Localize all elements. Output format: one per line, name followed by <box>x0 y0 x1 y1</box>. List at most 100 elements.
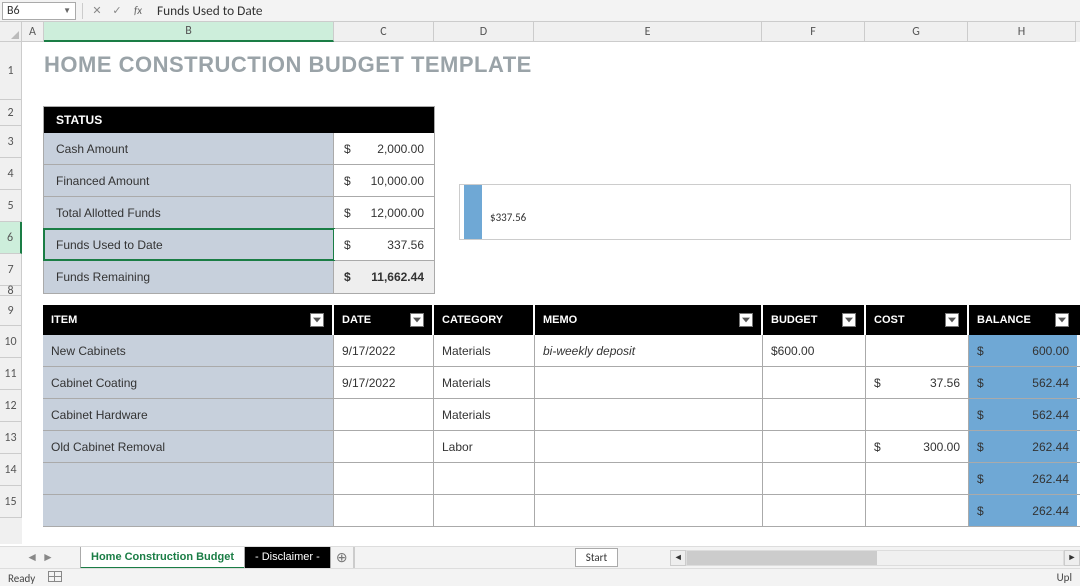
name-box[interactable]: B6 ▼ <box>2 2 76 20</box>
select-all-corner[interactable] <box>0 22 22 42</box>
table-row[interactable]: $262.44 <box>43 463 1080 495</box>
cell-budget[interactable] <box>763 431 866 462</box>
cell-date[interactable] <box>334 495 434 526</box>
col-head-E[interactable]: E <box>534 22 762 42</box>
cell-memo[interactable] <box>535 367 763 398</box>
cell-memo[interactable] <box>535 431 763 462</box>
row-head-8[interactable]: 8 <box>0 286 22 296</box>
col-header-category[interactable]: CATEGORY <box>434 305 535 335</box>
cell-cost[interactable] <box>866 335 969 366</box>
new-sheet-button[interactable]: ⊕ <box>330 547 354 569</box>
col-head-A[interactable]: A <box>22 22 44 42</box>
status-chart[interactable]: $337.56 <box>459 184 1071 240</box>
row-head-15[interactable]: 15 <box>0 486 22 518</box>
row-head-1[interactable]: 1 <box>0 42 22 100</box>
status-row[interactable]: Funds Remaining$11,662.44 <box>44 261 434 293</box>
col-header-date[interactable]: DATE <box>334 305 434 335</box>
cancel-icon[interactable]: ✕ <box>89 4 105 17</box>
col-head-G[interactable]: G <box>865 22 968 42</box>
cell-memo[interactable] <box>535 399 763 430</box>
cell-memo[interactable] <box>535 495 763 526</box>
scroll-thumb[interactable] <box>687 551 877 565</box>
cell-memo[interactable] <box>535 463 763 494</box>
col-header-budget[interactable]: BUDGET <box>763 305 866 335</box>
row-head-4[interactable]: 4 <box>0 158 22 190</box>
cell-category[interactable]: Labor <box>434 431 535 462</box>
table-row[interactable]: Cabinet Coating9/17/2022Materials $37.56$… <box>43 367 1080 399</box>
cell-date[interactable]: 9/17/2022 <box>334 335 434 366</box>
col-header-balance[interactable]: BALANCE <box>969 305 1077 335</box>
row-head-12[interactable]: 12 <box>0 390 22 422</box>
col-head-B[interactable]: B <box>44 22 334 42</box>
formula-input[interactable] <box>151 2 1078 20</box>
col-header-item[interactable]: ITEM <box>43 305 334 335</box>
cell-cost[interactable] <box>866 495 969 526</box>
row-head-10[interactable]: 10 <box>0 326 22 358</box>
scroll-left-icon[interactable]: ◄ <box>670 550 686 566</box>
chevron-right-icon[interactable]: ► <box>42 550 54 565</box>
status-row[interactable]: Financed Amount$10,000.00 <box>44 165 434 197</box>
cell-date[interactable]: 9/17/2022 <box>334 367 434 398</box>
cell-balance[interactable]: $262.44 <box>969 495 1077 526</box>
filter-icon[interactable] <box>410 313 424 327</box>
row-head-2[interactable]: 2 <box>0 100 22 126</box>
grid-canvas[interactable]: HOME CONSTRUCTION BUDGET TEMPLATE STATUS… <box>22 42 1080 544</box>
cell-cost[interactable]: $300.00 <box>866 431 969 462</box>
cell-budget[interactable] <box>763 399 866 430</box>
row-head-9[interactable]: 9 <box>0 296 22 326</box>
accept-icon[interactable]: ✓ <box>109 4 125 17</box>
tab-home-construction-budget[interactable]: Home Construction Budget <box>80 547 245 569</box>
col-head-F[interactable]: F <box>762 22 865 42</box>
cell-balance[interactable]: $562.44 <box>969 399 1077 430</box>
status-row[interactable]: Funds Used to Date$337.56 <box>44 229 434 261</box>
col-header-memo[interactable]: MEMO <box>535 305 763 335</box>
row-head-14[interactable]: 14 <box>0 454 22 486</box>
cell-budget[interactable] <box>763 495 866 526</box>
cell-date[interactable] <box>334 431 434 462</box>
cell-cost[interactable] <box>866 463 969 494</box>
filter-icon[interactable] <box>310 313 324 327</box>
cell-category[interactable] <box>434 463 535 494</box>
cell-budget[interactable]: $600.00 <box>763 335 866 366</box>
cell-item[interactable] <box>43 463 334 494</box>
cell-cost[interactable] <box>866 399 969 430</box>
filter-icon[interactable] <box>945 313 959 327</box>
col-head-D[interactable]: D <box>434 22 534 42</box>
start-button[interactable]: Start <box>575 548 618 567</box>
scroll-track[interactable] <box>686 550 1064 566</box>
status-row[interactable]: Cash Amount$2,000.00 <box>44 133 434 165</box>
table-row[interactable]: $262.44 <box>43 495 1080 527</box>
cell-memo[interactable]: bi-weekly deposit <box>535 335 763 366</box>
sheet-grid[interactable]: 123456789101112131415 HOME CONSTRUCTION … <box>0 42 1080 544</box>
cell-balance[interactable]: $600.00 <box>969 335 1077 366</box>
cell-item[interactable]: Old Cabinet Removal <box>43 431 334 462</box>
row-head-3[interactable]: 3 <box>0 126 22 158</box>
cell-category[interactable]: Materials <box>434 367 535 398</box>
cell-cost[interactable]: $37.56 <box>866 367 969 398</box>
row-head-6[interactable]: 6 <box>0 222 22 254</box>
col-header-cost[interactable]: COST <box>866 305 969 335</box>
chevron-left-icon[interactable]: ◄ <box>26 550 38 565</box>
cell-item[interactable] <box>43 495 334 526</box>
cell-budget[interactable] <box>763 463 866 494</box>
col-head-H[interactable]: H <box>968 22 1076 42</box>
cell-date[interactable] <box>334 399 434 430</box>
horizontal-scrollbar[interactable]: ◄ ► <box>670 550 1080 566</box>
fx-icon[interactable]: fx <box>129 4 147 17</box>
cell-item[interactable]: Cabinet Coating <box>43 367 334 398</box>
row-head-11[interactable]: 11 <box>0 358 22 390</box>
cell-balance[interactable]: $562.44 <box>969 367 1077 398</box>
filter-icon[interactable] <box>739 313 753 327</box>
cell-category[interactable] <box>434 495 535 526</box>
tab-nav-arrows[interactable]: ◄ ► <box>0 550 80 565</box>
row-head-13[interactable]: 13 <box>0 422 22 454</box>
status-row[interactable]: Total Allotted Funds$12,000.00 <box>44 197 434 229</box>
cell-budget[interactable] <box>763 367 866 398</box>
table-row[interactable]: Cabinet HardwareMaterials$562.44 <box>43 399 1080 431</box>
cell-date[interactable] <box>334 463 434 494</box>
cell-balance[interactable]: $262.44 <box>969 463 1077 494</box>
row-head-7[interactable]: 7 <box>0 254 22 286</box>
cell-category[interactable]: Materials <box>434 335 535 366</box>
table-row[interactable]: Old Cabinet Removal Labor $300.00$262.44 <box>43 431 1080 463</box>
cell-balance[interactable]: $262.44 <box>969 431 1077 462</box>
